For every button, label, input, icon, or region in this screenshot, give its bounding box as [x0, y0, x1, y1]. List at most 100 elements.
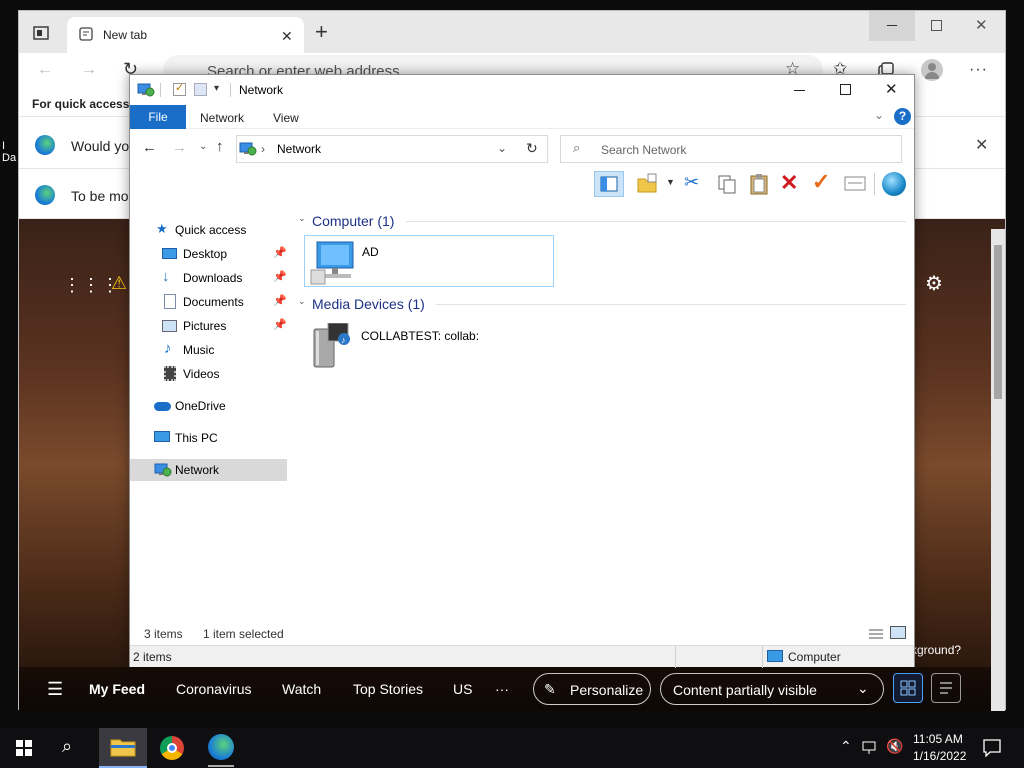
personalize-button[interactable]: ✎ Personalize [533, 673, 651, 705]
explorer-address-bar[interactable]: › Network ⌄ [236, 135, 548, 163]
network-status-icon[interactable] [862, 741, 878, 755]
documents-icon [164, 294, 176, 309]
large-icons-view-icon[interactable] [890, 626, 906, 639]
personalize-label: Personalize [570, 682, 644, 698]
customize-toolbar-chevron-icon[interactable]: ▾ [214, 83, 219, 94]
group-collapse-chevron-icon[interactable]: ⌄ [298, 296, 306, 307]
back-arrow-icon[interactable]: ← [142, 139, 157, 156]
group-header-media-devices[interactable]: Media Devices (1) [312, 296, 425, 312]
group-header-computer[interactable]: Computer (1) [312, 213, 394, 229]
new-folder-quick-icon[interactable] [194, 83, 207, 96]
nav-videos[interactable]: Videos [130, 363, 287, 385]
paste-icon[interactable] [748, 172, 770, 196]
warning-icon[interactable]: ⚠ [111, 273, 127, 294]
cut-icon[interactable]: ✂ [684, 172, 699, 193]
nav-downloads-label: Downloads [183, 271, 243, 285]
taskbar-file-explorer[interactable] [99, 728, 147, 768]
group-divider [406, 221, 906, 222]
tab-title: New tab [103, 28, 148, 42]
tab-network[interactable]: Network [200, 111, 244, 125]
group-collapse-chevron-icon[interactable]: ⌄ [298, 213, 306, 224]
recent-locations-chevron-icon[interactable]: ⌄ [199, 141, 207, 152]
hamburger-menu-icon[interactable]: ☰ [47, 679, 63, 700]
infobar-close-icon[interactable]: ✕ [975, 135, 988, 155]
page-settings-gear-icon[interactable]: ⚙ [925, 271, 943, 296]
nav-coronavirus[interactable]: Coronavirus [176, 681, 251, 697]
address-history-chevron-icon[interactable]: ⌄ [497, 141, 507, 155]
taskbar-chrome-icon[interactable] [160, 736, 184, 760]
help-icon[interactable]: ? [894, 108, 911, 125]
nav-more[interactable]: ··· [495, 681, 509, 697]
windows-start-icon[interactable] [16, 740, 32, 756]
nav-this-pc[interactable]: This PC [130, 427, 287, 449]
edge-tab-newtab[interactable]: New tab ✕ [67, 17, 304, 53]
network-icon [154, 462, 172, 478]
edge-close-button[interactable]: ✕ [975, 16, 988, 34]
computer-icon [309, 240, 357, 286]
search-placeholder: Search Network [601, 143, 687, 157]
grid-layout-button[interactable] [893, 673, 923, 703]
explorer-minimize-button[interactable] [794, 90, 805, 91]
nav-network[interactable]: Network [130, 459, 287, 481]
new-tab-plus-icon[interactable]: + [315, 19, 328, 45]
properties-icon[interactable] [844, 175, 866, 193]
rename-check-icon[interactable]: ✓ [812, 169, 830, 195]
tab-file[interactable]: File [130, 105, 186, 129]
edge-maximize-button[interactable] [931, 20, 942, 31]
explorer-title-bar: ✓ ▾ Network ✕ [130, 75, 914, 105]
back-arrow-icon[interactable]: ← [37, 61, 53, 79]
computer-item-ad[interactable]: AD [304, 235, 554, 287]
nav-music[interactable]: ♪ Music [130, 339, 287, 361]
explorer-content-area: ⌄ Computer (1) AD ⌄ Media Devices (1) ♪ … [290, 203, 914, 623]
tab-close-icon[interactable]: ✕ [281, 28, 293, 45]
nav-quick-access[interactable]: ★ Quick access [130, 219, 287, 241]
nav-pictures[interactable]: Pictures 📌 [130, 315, 287, 337]
svg-text:♪: ♪ [341, 335, 346, 345]
delete-icon[interactable]: ✕ [780, 170, 798, 196]
notifications-icon[interactable] [983, 739, 1001, 757]
media-device-item-collabtest[interactable]: ♪ COLLABTEST: collab: [304, 319, 554, 371]
edge-minimize-button[interactable] [869, 11, 915, 41]
nav-us[interactable]: US [453, 681, 472, 697]
nav-my-feed[interactable]: My Feed [89, 681, 145, 697]
show-hidden-icons-chevron-icon[interactable]: ⌃ [840, 738, 852, 755]
preview-pane-button[interactable] [594, 171, 624, 197]
globe-icon[interactable] [882, 172, 906, 196]
tab-actions-icon[interactable] [33, 25, 49, 41]
new-folder-icon[interactable] [636, 173, 658, 195]
taskbar-time[interactable]: 11:05 AM [913, 732, 963, 746]
nav-downloads[interactable]: ↓ Downloads 📌 [130, 267, 287, 289]
nav-documents[interactable]: Documents 📌 [130, 291, 287, 313]
content-visibility-dropdown[interactable]: Content partially visible ⌄ [660, 673, 884, 705]
explorer-maximize-button[interactable] [840, 84, 851, 95]
taskbar-date[interactable]: 1/16/2022 [913, 749, 966, 763]
computer-monitor-icon [767, 650, 783, 662]
explorer-refresh-button[interactable]: ↻ [518, 135, 548, 163]
details-view-icon[interactable] [868, 627, 884, 641]
up-arrow-icon[interactable]: ↑ [216, 138, 224, 155]
pin-icon: 📌 [273, 295, 287, 307]
settings-more-icon[interactable]: ··· [969, 61, 988, 79]
group-divider [436, 304, 906, 305]
tab-view[interactable]: View [273, 111, 299, 125]
page-scrollbar[interactable] [991, 229, 1005, 711]
taskbar-edge-icon[interactable] [208, 734, 234, 760]
breadcrumb-network[interactable]: Network [277, 142, 321, 156]
forward-arrow-icon[interactable]: → [172, 139, 187, 156]
nav-desktop[interactable]: Desktop 📌 [130, 243, 287, 265]
volume-muted-icon[interactable]: 🔇 [886, 738, 903, 755]
copy-icon[interactable] [716, 173, 738, 195]
nav-watch[interactable]: Watch [282, 681, 321, 697]
list-layout-button[interactable] [931, 673, 961, 703]
nav-onedrive[interactable]: OneDrive [130, 395, 287, 417]
nav-top-stories[interactable]: Top Stories [353, 681, 423, 697]
properties-checkbox-icon[interactable]: ✓ [173, 82, 186, 96]
profile-avatar[interactable] [921, 59, 943, 81]
new-item-chevron-icon[interactable]: ▼ [666, 177, 675, 187]
search-icon[interactable]: ⌕ [62, 736, 72, 757]
explorer-search-box[interactable]: ⌕ Search Network [560, 135, 902, 163]
forward-arrow-icon[interactable]: → [81, 61, 97, 79]
explorer-close-button[interactable]: ✕ [885, 80, 898, 98]
computer-monitor-icon [154, 431, 170, 442]
expand-ribbon-chevron-icon[interactable]: ⌄ [874, 108, 884, 122]
